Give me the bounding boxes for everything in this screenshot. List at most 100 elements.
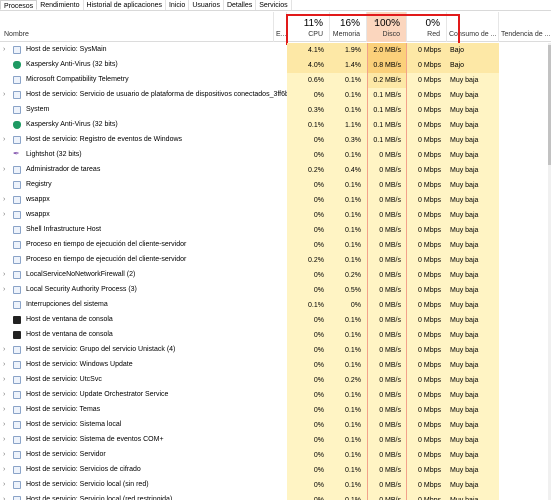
service-icon — [13, 361, 21, 369]
column-memory-header[interactable]: 16% Memoria — [330, 12, 367, 42]
column-network-header[interactable]: 0% Red — [407, 12, 447, 42]
table-row[interactable]: › Host de servicio: Sistema local 0% 0.1% 0 … — [0, 418, 551, 433]
table-row[interactable]: › Host de servicio: Servicios de cifrado 0… — [0, 463, 551, 478]
tab-2[interactable]: Historial de aplicaciones — [84, 0, 166, 10]
expand-chevron-icon[interactable]: › — [3, 196, 5, 203]
tab-6[interactable]: Servicios — [256, 0, 292, 10]
expand-chevron-icon[interactable]: › — [3, 286, 5, 293]
table-row[interactable]: › Host de servicio: Update Orchestrator S… — [0, 388, 551, 403]
disk-cell: 2.0 MB/s — [367, 43, 407, 58]
cpu-total: 11% — [303, 18, 323, 29]
column-power-trend-header[interactable]: Tendencia de ... — [499, 12, 551, 42]
table-row[interactable]: › Host de servicio: Servicio local (sin r… — [0, 478, 551, 493]
app-icon — [13, 106, 21, 114]
expand-chevron-icon[interactable]: › — [3, 361, 5, 368]
tab-3[interactable]: Inicio — [166, 0, 190, 10]
expand-chevron-icon[interactable]: › — [3, 271, 5, 278]
table-row[interactable]: Kaspersky Anti-Virus (32 bits) 4.0% 1.4% 0.… — [0, 58, 551, 73]
expand-chevron-icon[interactable]: › — [3, 376, 5, 383]
column-name-header[interactable]: Nombre — [0, 12, 274, 42]
table-row[interactable]: › Host de servicio: Registro de eventos d… — [0, 133, 551, 148]
table-row[interactable]: › Local Security Authority Process (3) 0% 0… — [0, 283, 551, 298]
expand-chevron-icon[interactable]: › — [3, 421, 5, 428]
network-cell: 0 Mbps — [407, 208, 447, 223]
expand-chevron-icon[interactable]: › — [3, 211, 5, 218]
table-row[interactable]: Interrupciones del sistema 0.1% 0% 0 MB/s 0 … — [0, 298, 551, 313]
table-row[interactable]: ✒ Lightshot (32 bits) 0% 0.1% 0 MB/s 0 Mbps Mu… — [0, 148, 551, 163]
network-cell: 0 Mbps — [407, 493, 447, 500]
table-row[interactable]: Kaspersky Anti-Virus (32 bits) 0.1% 1.1% 0.… — [0, 118, 551, 133]
power-cell: Muy baja — [447, 133, 499, 148]
expand-chevron-icon[interactable]: › — [3, 436, 5, 443]
table-row[interactable]: Registry 0% 0.1% 0 MB/s 0 Mbps Muy baja — [0, 178, 551, 193]
table-row[interactable]: › Host de servicio: Servicio local (red r… — [0, 493, 551, 500]
power-cell: Muy baja — [447, 118, 499, 133]
table-row[interactable]: › Host de servicio: Servicio de usuario d… — [0, 88, 551, 103]
expand-chevron-icon[interactable]: › — [3, 166, 5, 173]
column-disk-header[interactable]: ⌄ 100% Disco — [367, 12, 407, 42]
table-row[interactable]: › Administrador de tareas 0.2% 0.4% 0 MB/s 0 … — [0, 163, 551, 178]
cpu-cell: 0% — [287, 313, 330, 328]
network-cell: 0 Mbps — [407, 283, 447, 298]
tab-4[interactable]: Usuarios — [189, 0, 224, 10]
tab-1[interactable]: Rendimiento — [37, 0, 84, 10]
expand-chevron-icon[interactable]: › — [3, 136, 5, 143]
expand-chevron-icon[interactable]: › — [3, 496, 5, 500]
shield-icon — [13, 61, 21, 69]
tab-0[interactable]: Procesos — [0, 0, 38, 10]
table-row[interactable]: › Host de servicio: SysMain 4.1% 1.9% 2.0 MB… — [0, 43, 551, 58]
table-row[interactable]: Host de ventana de consola 0% 0.1% 0 MB/s 0 … — [0, 328, 551, 343]
table-row[interactable]: › Host de servicio: UtcSvc 0% 0.2% 0 MB/s 0 M… — [0, 373, 551, 388]
disk-cell: 0.1 MB/s — [367, 118, 407, 133]
expand-chevron-icon[interactable]: › — [3, 91, 5, 98]
cpu-cell: 0.1% — [287, 298, 330, 313]
expand-chevron-icon[interactable]: › — [3, 406, 5, 413]
memory-cell: 0.1% — [330, 88, 367, 103]
network-cell: 0 Mbps — [407, 478, 447, 493]
power-cell: Muy baja — [447, 148, 499, 163]
table-row[interactable]: › wsappx 0% 0.1% 0 MB/s 0 Mbps Muy baja — [0, 208, 551, 223]
process-name: Host de servicio: Servicio de usuario de… — [26, 91, 289, 98]
disk-cell: 0.1 MB/s — [367, 103, 407, 118]
memory-cell: 0.2% — [330, 268, 367, 283]
app-icon — [13, 301, 21, 309]
table-row[interactable]: › Host de servicio: Sistema de eventos CO… — [0, 433, 551, 448]
disk-cell: 0.1 MB/s — [367, 133, 407, 148]
table-row[interactable]: Proceso en tiempo de ejecución del clien… — [0, 238, 551, 253]
expand-chevron-icon[interactable]: › — [3, 451, 5, 458]
table-row[interactable]: › LocalServiceNoNetworkFirewall (2) 0% 0.2%… — [0, 268, 551, 283]
table-row[interactable]: Microsoft Compatibility Telemetry 0.6% 0.1… — [0, 73, 551, 88]
service-icon — [13, 91, 21, 99]
table-row[interactable]: › Host de servicio: Grupo del servicio Un… — [0, 343, 551, 358]
table-row[interactable]: Host de ventana de consola 0% 0.1% 0 MB/s 0 … — [0, 313, 551, 328]
column-power-header[interactable]: Consumo de ... — [447, 12, 499, 42]
table-row[interactable]: › Host de servicio: Servidor 0% 0.1% 0 MB/s 0… — [0, 448, 551, 463]
expand-chevron-icon[interactable]: › — [3, 46, 5, 53]
disk-cell: 0 MB/s — [367, 148, 407, 163]
memory-cell: 0.1% — [330, 418, 367, 433]
memory-cell: 0.1% — [330, 223, 367, 238]
memory-cell: 0.1% — [330, 403, 367, 418]
expand-chevron-icon[interactable]: › — [3, 346, 5, 353]
memory-cell: 0.1% — [330, 238, 367, 253]
power-cell: Muy baja — [447, 208, 499, 223]
table-row[interactable]: › Host de servicio: Windows Update 0% 0.1% 0… — [0, 358, 551, 373]
table-row[interactable]: Shell Infrastructure Host 0% 0.1% 0 MB/s 0 M… — [0, 223, 551, 238]
expand-chevron-icon[interactable]: › — [3, 481, 5, 488]
table-row[interactable]: › Host de servicio: Temas 0% 0.1% 0 MB/s 0 Mb… — [0, 403, 551, 418]
cpu-cell: 0% — [287, 193, 330, 208]
service-icon — [13, 466, 21, 474]
table-row[interactable]: System 0.3% 0.1% 0.1 MB/s 0 Mbps Muy baja — [0, 103, 551, 118]
power-cell: Muy baja — [447, 493, 499, 500]
table-row[interactable]: Proceso en tiempo de ejecución del clien… — [0, 253, 551, 268]
expand-chevron-icon[interactable]: › — [3, 466, 5, 473]
table-row[interactable]: › wsappx 0% 0.1% 0 MB/s 0 Mbps Muy baja — [0, 193, 551, 208]
column-cpu-header[interactable]: 11% CPU — [287, 12, 330, 42]
column-status-header[interactable]: E... — [274, 12, 287, 42]
tab-5[interactable]: Detalles — [224, 0, 257, 10]
expand-chevron-icon[interactable]: › — [3, 391, 5, 398]
memory-cell: 0% — [330, 298, 367, 313]
memory-cell: 0.1% — [330, 493, 367, 500]
cpu-cell: 0.6% — [287, 73, 330, 88]
disk-cell: 0 MB/s — [367, 478, 407, 493]
